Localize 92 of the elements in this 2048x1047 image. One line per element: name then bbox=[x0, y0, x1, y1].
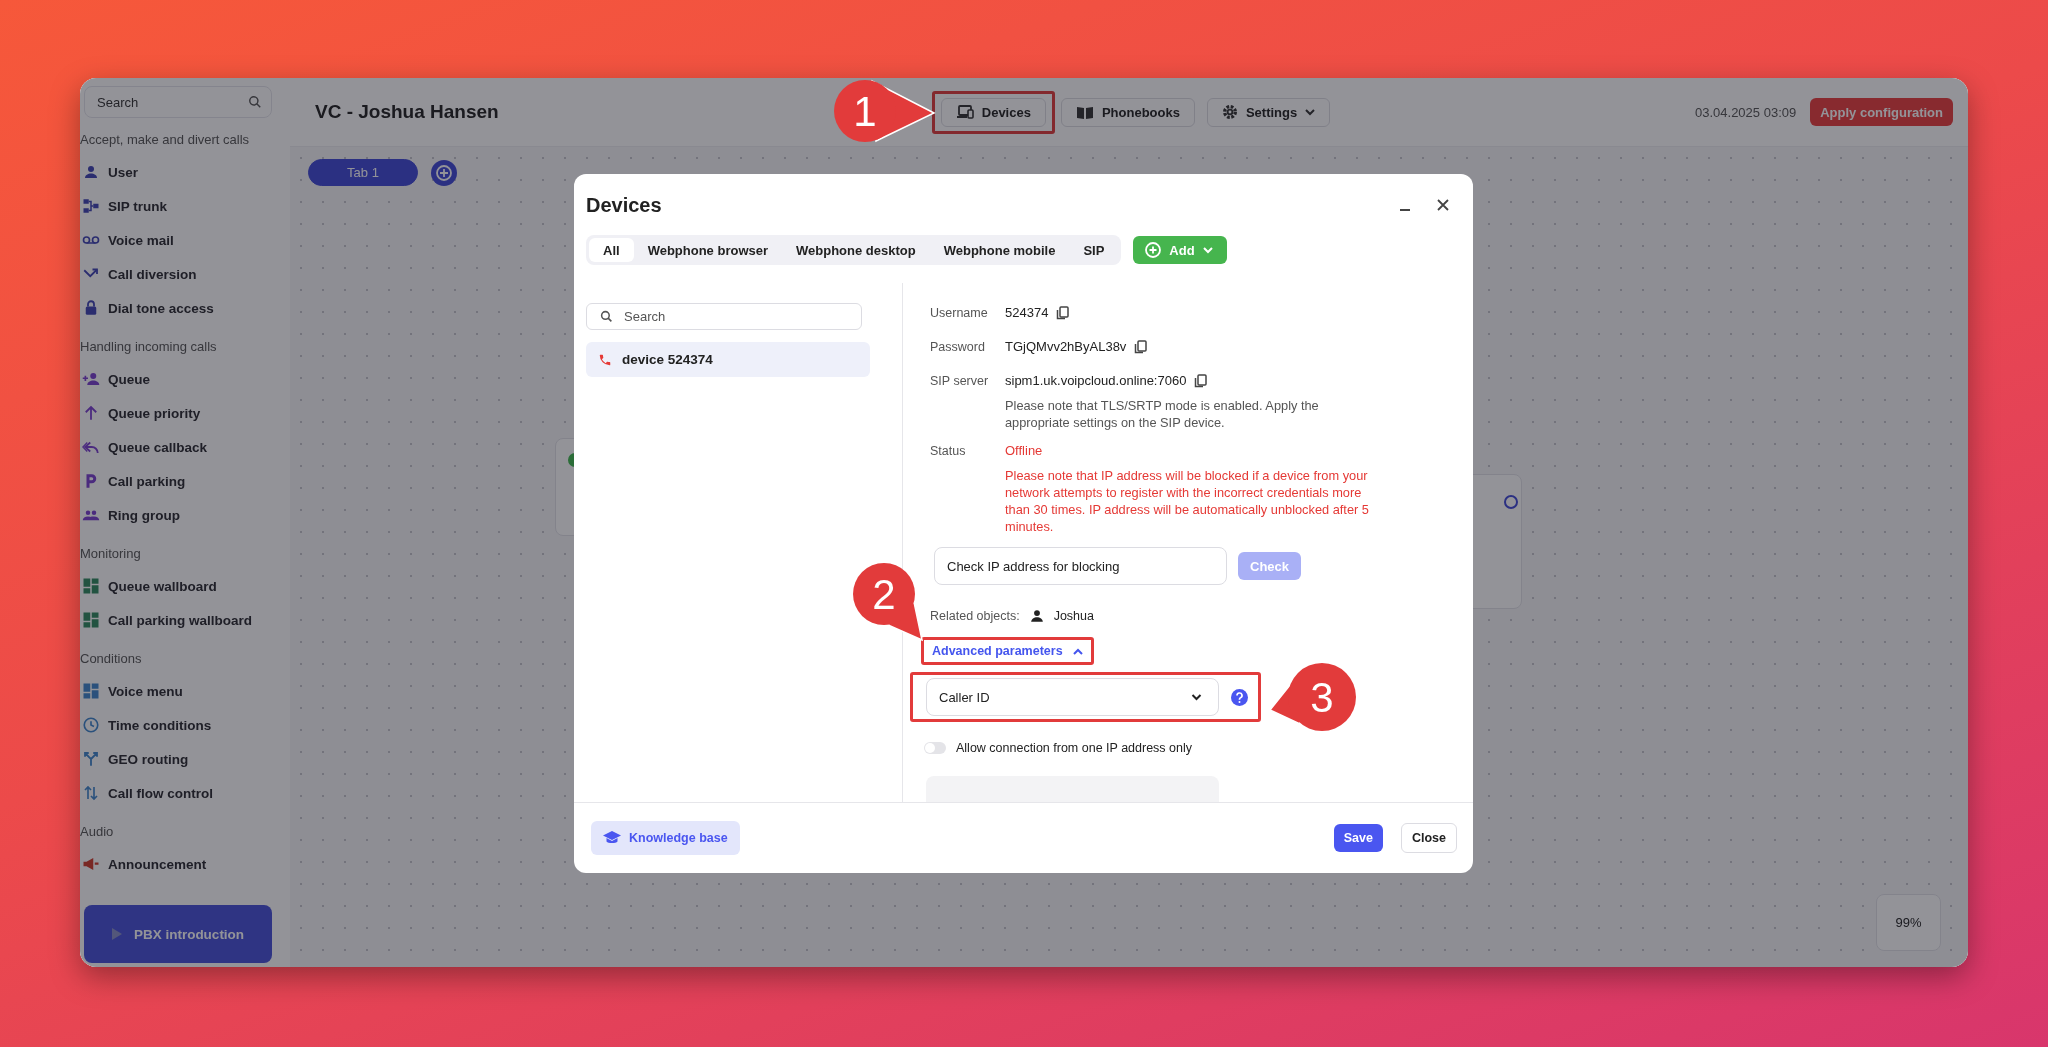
graduation-cap-icon bbox=[603, 831, 621, 845]
close-button[interactable]: Close bbox=[1400, 823, 1457, 853]
book-icon bbox=[1075, 105, 1094, 119]
sidebar-item[interactable]: Voice menu bbox=[80, 674, 290, 708]
sidebar-item[interactable]: Time conditions bbox=[80, 708, 290, 742]
person-icon bbox=[82, 163, 100, 181]
note-text: Please note that IP address will be blocked if a device from your network attempts to register with the incorrect credentials more than 30 times. IP address will be automatically unblocked after 5 minutes. bbox=[1005, 467, 1370, 535]
help-icon[interactable] bbox=[1231, 688, 1248, 706]
numbered-callout: 1 bbox=[834, 79, 936, 143]
sidebar-item[interactable]: GEO routing bbox=[80, 742, 290, 776]
fork-icon bbox=[82, 750, 100, 768]
chevron-down-icon bbox=[1191, 693, 1202, 701]
filter-tab[interactable]: Webphone mobile bbox=[929, 238, 1070, 262]
close-icon[interactable] bbox=[1437, 199, 1449, 211]
sidebar-item[interactable]: Dial tone access bbox=[80, 291, 290, 325]
grid-icon bbox=[82, 611, 100, 629]
plus-circle-icon bbox=[1145, 242, 1162, 258]
swap-arrows-icon bbox=[82, 784, 100, 802]
sidebar-item[interactable]: Queue priority bbox=[80, 396, 290, 430]
section-heading: Audio bbox=[80, 824, 115, 839]
sidebar-item[interactable]: Ring group bbox=[80, 498, 290, 532]
apply-button[interactable]: Apply configuration bbox=[1810, 98, 1953, 126]
arrow-up-icon bbox=[82, 404, 100, 422]
zoom-level[interactable]: 99% bbox=[1876, 894, 1941, 951]
search-field[interactable]: Search bbox=[586, 303, 862, 330]
sidebar-item[interactable]: Queue wallboard bbox=[80, 569, 290, 603]
sidebar-item[interactable]: Announcement bbox=[80, 847, 290, 881]
sidebar-item[interactable]: SIP trunk bbox=[80, 189, 290, 223]
date-time: 03.04.2025 03:09 bbox=[1695, 104, 1797, 120]
section-heading: Monitoring bbox=[80, 546, 142, 561]
clock-icon bbox=[82, 716, 100, 734]
dialog-title: Devices bbox=[586, 193, 663, 217]
search-field[interactable]: Search bbox=[84, 86, 272, 118]
chevron-icon bbox=[1072, 647, 1083, 655]
section-heading: Accept, make and divert calls bbox=[80, 132, 251, 147]
grid-icon bbox=[82, 682, 100, 700]
gear-icon bbox=[1221, 104, 1238, 120]
intro-button[interactable]: PBX introduction bbox=[84, 905, 272, 963]
sidebar-item[interactable]: Queue callback bbox=[80, 430, 290, 464]
numbered-callout: 3 bbox=[1268, 663, 1356, 731]
advanced-parameters-toggle[interactable]: Advanced parameters bbox=[926, 641, 1089, 661]
sidebar-item[interactable]: Call diversion bbox=[80, 257, 290, 291]
devices-icon bbox=[955, 105, 974, 119]
caller-id-select[interactable]: Caller ID bbox=[926, 678, 1219, 716]
field-value: TGjQMvv2hByAL38v bbox=[1005, 339, 1127, 354]
field-label: Status bbox=[930, 443, 967, 460]
field-label: Related objects: bbox=[930, 609, 1020, 623]
save-button[interactable]: Save bbox=[1333, 824, 1383, 852]
page-title: VC - Joshua Hansen bbox=[315, 101, 499, 123]
canvas-tab[interactable]: Tab 1 bbox=[308, 159, 418, 186]
copy-icon[interactable] bbox=[1194, 373, 1208, 388]
sidebar-item[interactable]: Voice mail bbox=[80, 223, 290, 257]
field-value: 524374 bbox=[1005, 305, 1049, 320]
sidebar-item[interactable]: Call parking bbox=[80, 464, 290, 498]
field-label: Password bbox=[930, 339, 986, 354]
knowledge-base-button[interactable]: Knowledge base bbox=[591, 821, 740, 855]
section-heading: Handling incoming calls bbox=[80, 339, 218, 354]
search-icon bbox=[248, 95, 262, 109]
filter-tab[interactable]: Webphone desktop bbox=[782, 238, 930, 262]
field-value: sipm1.uk.voipcloud.online:7060 bbox=[1005, 373, 1187, 388]
toggle-switch[interactable] bbox=[924, 742, 946, 754]
sidebar-item[interactable]: User bbox=[80, 155, 290, 189]
grid-icon bbox=[82, 577, 100, 595]
filter-tab[interactable]: SIP bbox=[1069, 238, 1119, 262]
connector-port-icon bbox=[1504, 495, 1518, 509]
copy-icon[interactable] bbox=[1056, 305, 1070, 320]
filter-tab[interactable]: Webphone browser bbox=[633, 238, 782, 262]
toggle-label: Allow connection from one IP address only bbox=[956, 741, 1192, 755]
device-list-item[interactable]: device 524374 bbox=[586, 342, 870, 377]
section-heading: Conditions bbox=[80, 651, 143, 666]
sidebar-item[interactable]: Call parking wallboard bbox=[80, 603, 290, 637]
field-value: Offline bbox=[1005, 443, 1043, 458]
nav-button[interactable]: Devices bbox=[940, 97, 1046, 127]
chevron-down-icon bbox=[1202, 246, 1213, 254]
field-label: SIP server bbox=[930, 373, 990, 390]
phone-icon bbox=[598, 352, 612, 367]
play-icon bbox=[111, 928, 122, 940]
related-object-link[interactable]: Joshua bbox=[1053, 609, 1094, 623]
sidebar-item[interactable]: Call flow control bbox=[80, 776, 290, 810]
network-icon bbox=[82, 197, 100, 215]
person-icon bbox=[1029, 609, 1044, 623]
numbered-callout: 2 bbox=[853, 563, 924, 642]
nav-button[interactable]: Phonebooks bbox=[1060, 97, 1195, 127]
filter-tab[interactable]: All bbox=[589, 238, 634, 262]
person-add-icon bbox=[82, 370, 100, 388]
sidebar-item[interactable]: Queue bbox=[80, 362, 290, 396]
nav-button[interactable]: Settings bbox=[1206, 97, 1331, 127]
copy-icon[interactable] bbox=[1134, 339, 1148, 354]
megaphone-icon bbox=[82, 855, 100, 873]
field-label: Username bbox=[930, 305, 989, 320]
add-tab-icon[interactable] bbox=[431, 159, 457, 186]
note-text: Please note that TLS/SRTP mode is enabled. Apply the appropriate settings on the SIP device. bbox=[1005, 397, 1320, 431]
